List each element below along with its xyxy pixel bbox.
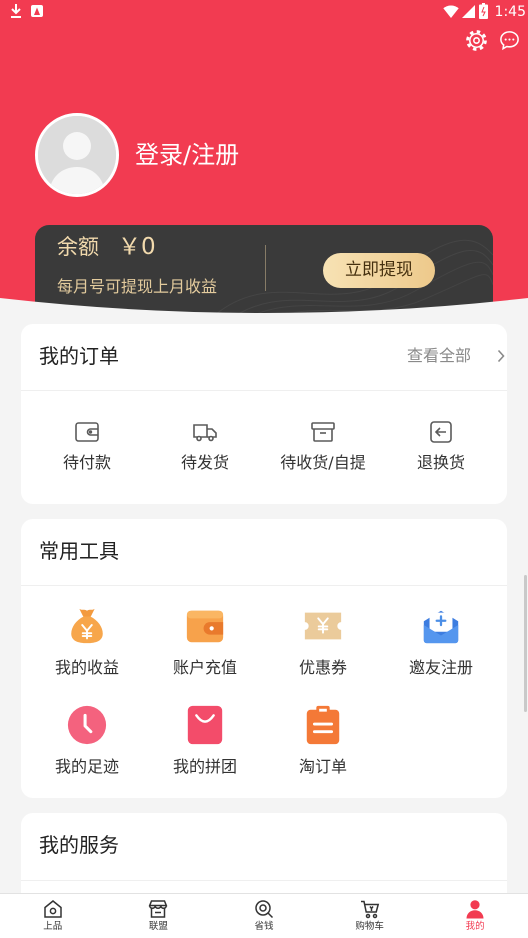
download-icon [9, 3, 23, 19]
invite-envelope-icon [420, 605, 462, 647]
tab-home[interactable]: 上品 [0, 894, 106, 938]
order-item-label: 待收货/自提 [280, 453, 366, 472]
profile-header: 1:45 登录/注册 余额 ￥0 每月号可提现上月收益 立即提现 [0, 0, 528, 325]
package-icon [309, 418, 337, 446]
tab-mine[interactable]: 我的 [422, 894, 528, 938]
services-divider [21, 880, 507, 881]
tool-item-label: 我的拼团 [172, 757, 237, 776]
status-time: 1:45 [494, 4, 526, 20]
tool-item-label: 账户充值 [172, 658, 237, 677]
battery-icon [479, 3, 488, 19]
money-bag-icon [66, 605, 108, 647]
orders-card: 我的订单 查看全部 待付款 待发货 待收货/自提 退换货 [21, 324, 507, 504]
tool-my-earnings[interactable]: 我的收益 [28, 595, 146, 691]
tab-label: 我的 [465, 921, 485, 932]
order-item-label: 退换货 [416, 453, 465, 472]
services-title: 我的服务 [39, 833, 119, 857]
settings-icon[interactable] [465, 29, 488, 52]
tool-taobao-orders[interactable]: 淘订单 [264, 694, 382, 790]
tool-account-recharge[interactable]: 账户充值 [146, 595, 264, 691]
wifi-icon [443, 5, 459, 18]
order-item-pending-receipt[interactable]: 待收货/自提 [264, 391, 382, 503]
tool-item-label: 我的足迹 [54, 757, 119, 776]
login-register-link[interactable]: 登录/注册 [135, 139, 239, 171]
user-icon [464, 898, 486, 920]
avatar[interactable] [35, 113, 119, 197]
tab-alliance[interactable]: 联盟 [106, 894, 212, 938]
home-icon [42, 898, 64, 920]
tab-label: 联盟 [148, 921, 168, 932]
scrollbar-thumb[interactable] [524, 575, 527, 712]
balance-amount: ￥0 [118, 234, 156, 260]
wallet-icon [73, 418, 101, 446]
chevron-right-icon [497, 349, 505, 363]
tab-cart[interactable]: 购物车 [317, 894, 423, 938]
tool-coupons[interactable]: 优惠券 [264, 595, 382, 691]
return-icon [427, 418, 455, 446]
order-item-returns[interactable]: 退换货 [382, 391, 500, 503]
clock-icon [66, 704, 108, 746]
orders-title: 我的订单 [39, 344, 119, 368]
shopping-bag-icon [184, 704, 226, 746]
bottom-tab-bar: 上品 联盟 省钱 购物车 我的 [0, 893, 528, 938]
view-all-label: 查看全部 [407, 346, 472, 365]
tool-item-label: 我的收益 [54, 658, 119, 677]
tab-label: 购物车 [355, 921, 384, 932]
tool-group-buy[interactable]: 我的拼团 [146, 694, 264, 790]
search-icon [253, 898, 275, 920]
message-icon[interactable] [498, 29, 521, 52]
order-item-pending-shipment[interactable]: 待发货 [146, 391, 264, 503]
tab-label: 上品 [43, 921, 63, 932]
truck-icon [191, 418, 219, 446]
cart-icon [359, 898, 381, 920]
coupon-icon [302, 605, 344, 647]
order-item-label: 待发货 [180, 453, 229, 472]
view-all-orders-link[interactable]: 查看全部 [405, 344, 505, 368]
store-icon [147, 898, 169, 920]
app-notification-icon [31, 5, 43, 17]
tools-divider [21, 585, 507, 586]
tool-item-label: 优惠券 [298, 658, 347, 677]
clipboard-icon [302, 704, 344, 746]
tool-invite-friends[interactable]: 邀友注册 [382, 595, 500, 691]
balance-label: 余额 [57, 235, 99, 259]
tab-save-money[interactable]: 省钱 [211, 894, 317, 938]
tab-label: 省钱 [254, 921, 274, 932]
tool-footprints[interactable]: 我的足迹 [28, 694, 146, 790]
signal-icon [462, 5, 475, 18]
default-avatar-icon [38, 116, 116, 194]
balance-divider [265, 245, 266, 291]
wallet-icon [184, 605, 226, 647]
tools-title: 常用工具 [39, 539, 119, 563]
withdraw-button[interactable]: 立即提现 [323, 253, 435, 288]
tools-card: 常用工具 我的收益 账户充值 优惠券 邀友注册 我的足迹 我的拼团 淘订单 [21, 519, 507, 798]
tool-item-label: 淘订单 [298, 757, 347, 776]
profile-screen: 1:45 登录/注册 余额 ￥0 每月号可提现上月收益 立即提现 我的订单 查看… [0, 0, 528, 938]
tool-item-label: 邀友注册 [408, 658, 473, 677]
order-item-label: 待付款 [62, 453, 111, 472]
order-item-pending-payment[interactable]: 待付款 [28, 391, 146, 503]
